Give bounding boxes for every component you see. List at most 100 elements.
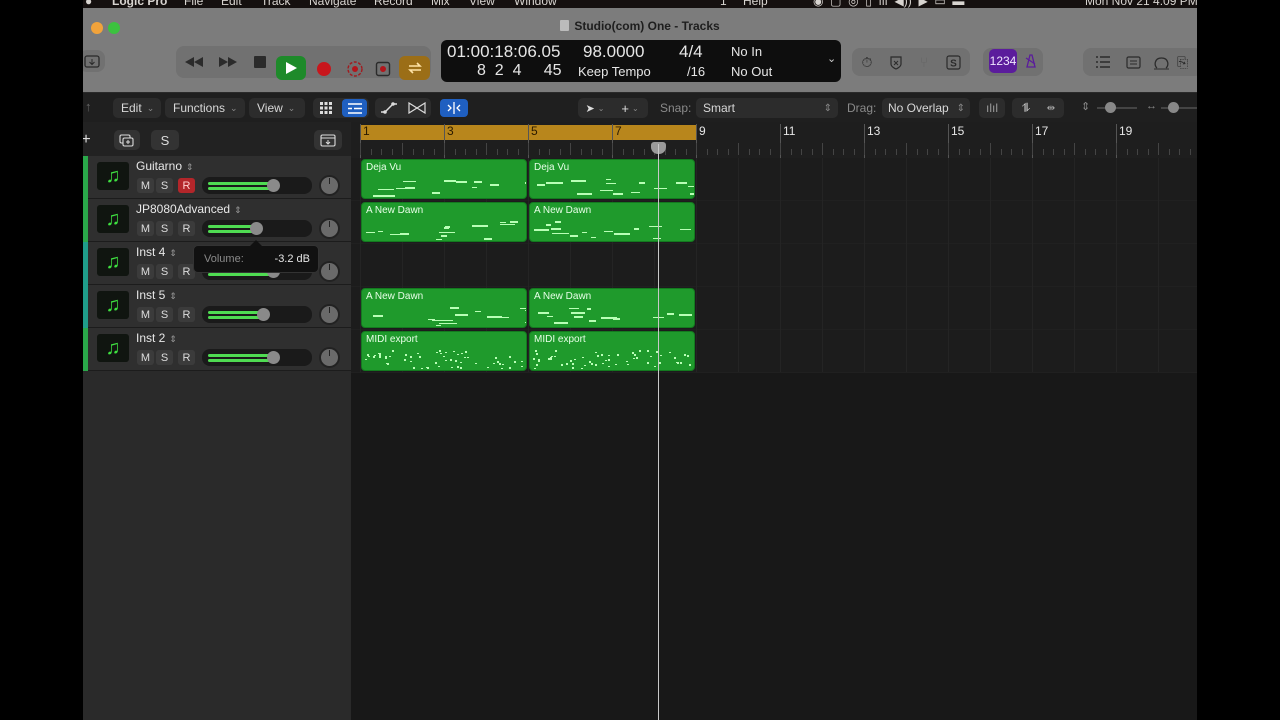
track-name[interactable]: Guitarno ⇕ <box>136 159 194 173</box>
catch-button[interactable] <box>440 99 468 117</box>
midi-region[interactable]: MIDI export <box>361 331 527 371</box>
track-lane[interactable] <box>351 244 1197 287</box>
menu-window[interactable]: Window <box>514 0 557 8</box>
bar-ruler[interactable]: 1 3 5 7 9 11 13 15 17 19 <box>351 122 1197 158</box>
autopunch-button[interactable]: ⏱ <box>856 52 878 72</box>
global-solo-button[interactable]: S <box>151 130 179 150</box>
volume-fader[interactable] <box>202 349 312 366</box>
replace-mode-button[interactable] <box>885 52 907 72</box>
pan-knob[interactable] <box>319 347 340 368</box>
tracks-view-button[interactable] <box>342 99 367 117</box>
vertical-zoom-slider[interactable] <box>1105 102 1116 113</box>
notes-button[interactable] <box>1122 52 1144 72</box>
music-note-icon[interactable]: ♫ <box>97 291 129 319</box>
music-note-icon[interactable]: ♫ <box>97 162 129 190</box>
track-header[interactable]: ♫ JP8080Advanced ⇕ M S R <box>83 199 351 242</box>
grid-view-button[interactable] <box>316 100 336 116</box>
view-menu[interactable]: View ⌄ <box>249 98 305 118</box>
pan-knob[interactable] <box>319 218 340 239</box>
menu-1[interactable]: 1 <box>720 0 727 8</box>
solo-button[interactable]: S <box>156 221 173 236</box>
mute-button[interactable]: M <box>137 307 154 322</box>
music-note-icon[interactable]: ♫ <box>97 248 129 276</box>
vertical-zoom-track[interactable] <box>1097 107 1137 109</box>
record-button[interactable] <box>313 58 335 80</box>
play-button[interactable] <box>276 56 306 80</box>
flex-button[interactable] <box>406 100 428 116</box>
record-enable-button[interactable]: R <box>178 221 195 236</box>
track-name[interactable]: JP8080Advanced ⇕ <box>136 202 242 216</box>
solo-button[interactable]: S <box>156 264 173 279</box>
browser-button[interactable]: ⎘ <box>1177 52 1197 72</box>
snap-select[interactable]: Smart ⇕ <box>696 98 838 118</box>
solo-button[interactable]: S <box>156 350 173 365</box>
midi-region[interactable]: Deja Vu <box>361 159 527 199</box>
pan-knob[interactable] <box>319 261 340 282</box>
midi-region[interactable]: Deja Vu <box>529 159 695 199</box>
duplicate-track-button[interactable] <box>114 130 140 150</box>
forward-button[interactable] <box>215 51 241 73</box>
metronome-button[interactable] <box>1021 51 1041 71</box>
horizontal-zoom-slider[interactable] <box>1168 102 1179 113</box>
count-in-button[interactable]: 1234 <box>989 49 1017 73</box>
lcd-display[interactable]: 01:00:18:06.05 8 2 4 45 98.0000 Keep Tem… <box>441 40 841 82</box>
track-header[interactable]: ♫ Inst 2 ⇕ M S R <box>83 328 351 371</box>
left-tool-menu[interactable]: ➤ ⌄ <box>581 100 609 116</box>
solo-button[interactable]: S <box>156 307 173 322</box>
right-tool-menu[interactable]: + ⌄ <box>616 100 644 116</box>
library-button[interactable] <box>83 50 105 72</box>
midi-region[interactable]: A New Dawn <box>361 202 527 242</box>
functions-menu[interactable]: Functions ⌄ <box>165 98 245 118</box>
solo-mode-button[interactable]: S <box>942 52 964 72</box>
midi-region[interactable]: MIDI export <box>529 331 695 371</box>
volume-fader[interactable] <box>202 306 312 323</box>
back-arrow-icon[interactable]: ↑ <box>85 99 92 114</box>
solo-button[interactable]: S <box>156 178 173 193</box>
lcd-menu-chevron-icon[interactable]: ⌄ <box>827 52 836 65</box>
cycle-button[interactable] <box>399 56 430 80</box>
playhead[interactable] <box>658 144 660 720</box>
waveform-zoom-button[interactable]: ılıl <box>979 98 1005 118</box>
midi-region[interactable]: A New Dawn <box>361 288 527 328</box>
capture-button[interactable] <box>372 58 394 80</box>
menu-file[interactable]: File <box>184 0 203 8</box>
stop-button[interactable] <box>249 51 271 73</box>
vertical-fit-button[interactable]: ⥮ <box>1017 100 1035 116</box>
record-enable-button[interactable]: R <box>178 350 195 365</box>
track-header[interactable]: ♫ Inst 5 ⇕ M S R <box>83 285 351 328</box>
track-name[interactable]: Inst 5 ⇕ <box>136 288 177 302</box>
volume-fader[interactable] <box>202 177 312 194</box>
midi-region[interactable]: A New Dawn <box>529 202 695 242</box>
automation-button[interactable] <box>378 100 400 116</box>
mute-button[interactable]: M <box>137 350 154 365</box>
music-note-icon[interactable]: ♫ <box>97 205 129 233</box>
menu-edit[interactable]: Edit <box>221 0 242 8</box>
volume-fader-knob[interactable] <box>257 308 270 321</box>
volume-fader[interactable] <box>202 220 312 237</box>
volume-fader-knob[interactable] <box>250 222 263 235</box>
menu-logic-pro[interactable]: Logic Pro <box>112 0 167 8</box>
mute-button[interactable]: M <box>137 264 154 279</box>
record-enable-button[interactable]: R <box>178 178 195 193</box>
volume-fader-knob[interactable] <box>267 179 280 192</box>
menu-navigate[interactable]: Navigate <box>309 0 356 8</box>
edit-menu[interactable]: Edit ⌄ <box>113 98 161 118</box>
pan-knob[interactable] <box>319 175 340 196</box>
replace-button[interactable] <box>344 58 366 80</box>
rewind-button[interactable] <box>181 51 207 73</box>
track-name[interactable]: Inst 2 ⇕ <box>136 331 177 345</box>
menu-mix[interactable]: Mix <box>431 0 450 8</box>
music-note-icon[interactable]: ♫ <box>97 334 129 362</box>
track-name[interactable]: Inst 4 ⇕ <box>136 245 177 259</box>
drag-select[interactable]: No Overlap ⇕ <box>882 98 970 118</box>
horizontal-zoom-track[interactable] <box>1161 107 1197 109</box>
apple-menu-icon[interactable]: ● <box>85 0 92 8</box>
add-track-button[interactable]: + <box>83 130 97 150</box>
record-enable-button[interactable]: R <box>178 307 195 322</box>
track-header[interactable]: ♫ Guitarno ⇕ M S R <box>83 156 351 199</box>
horizontal-fit-button[interactable]: ⇹ <box>1041 100 1061 116</box>
volume-fader-knob[interactable] <box>267 351 280 364</box>
collapse-button[interactable] <box>314 130 342 150</box>
mute-button[interactable]: M <box>137 178 154 193</box>
list-editors-button[interactable] <box>1092 52 1114 72</box>
